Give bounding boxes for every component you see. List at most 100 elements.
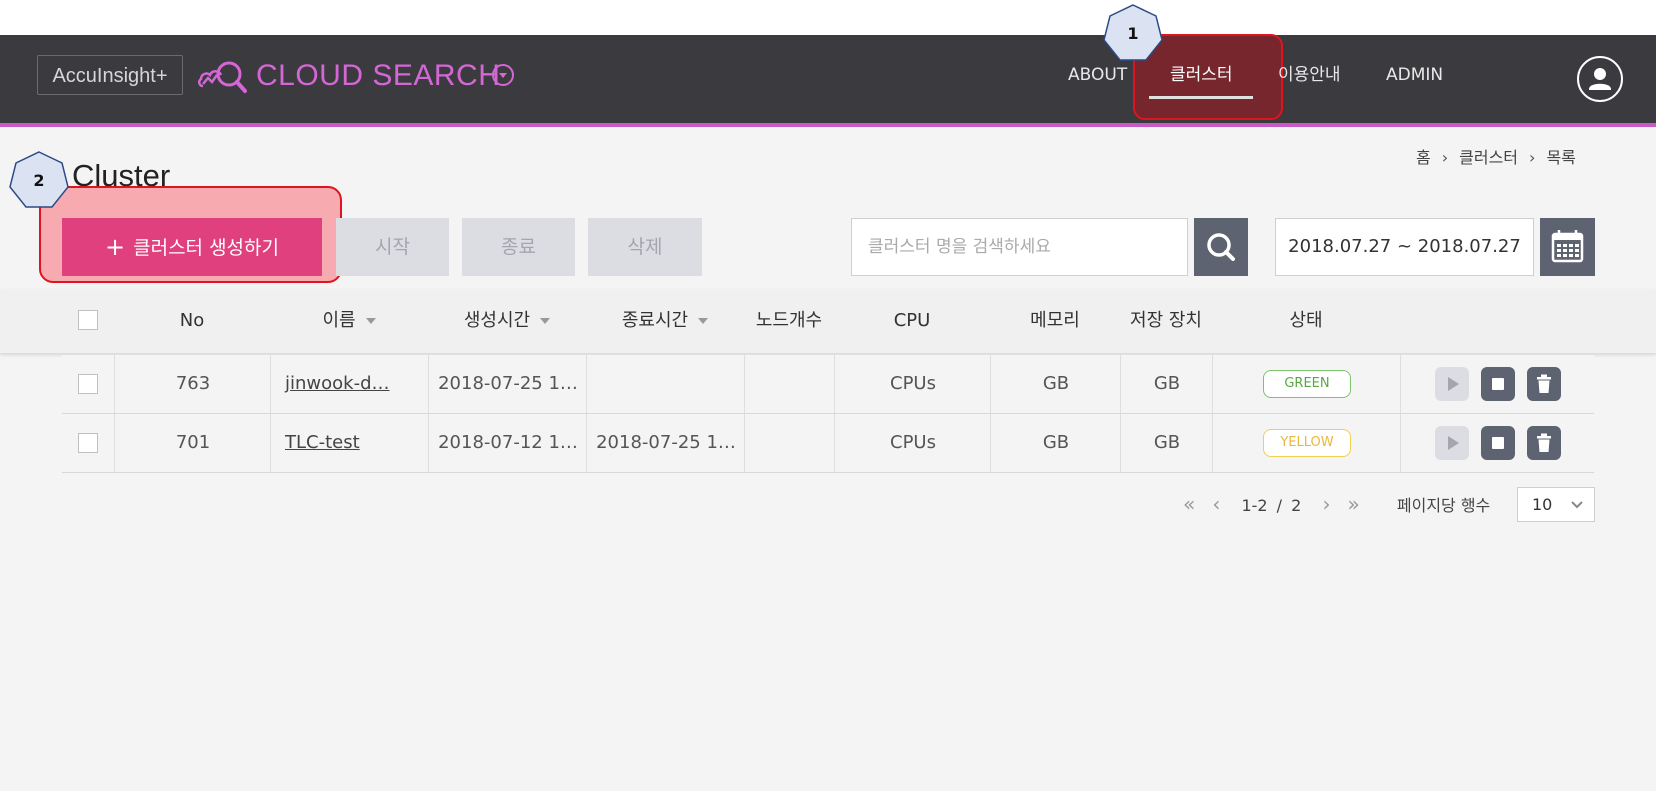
- trash-icon: [1537, 374, 1551, 393]
- cell-nodes: [744, 355, 835, 413]
- row-delete-button[interactable]: [1527, 367, 1561, 401]
- column-header-nodes: 노드개수: [755, 310, 823, 331]
- column-header-created-label: 생성시간: [463, 310, 531, 331]
- cell-storage: GB: [1120, 414, 1213, 472]
- cell-status: GREEN: [1212, 355, 1401, 413]
- row-stop-button[interactable]: [1481, 367, 1515, 401]
- row-stop-button[interactable]: [1481, 426, 1515, 460]
- create-cluster-label: 클러스터 생성하기: [133, 237, 279, 259]
- trash-icon: [1537, 433, 1551, 452]
- stop-icon: [1492, 437, 1504, 449]
- sort-down-icon[interactable]: [540, 318, 551, 324]
- top-strip: [0, 0, 1656, 35]
- cell-actions: [1400, 355, 1595, 413]
- cell-ended: [586, 355, 745, 413]
- date-range-field[interactable]: 2018.07.27 ~ 2018.07.27: [1275, 218, 1534, 276]
- page-separator: /: [1276, 496, 1283, 515]
- cell-memory: GB: [990, 414, 1121, 472]
- calendar-icon: [1551, 230, 1584, 263]
- breadcrumb-cluster[interactable]: 클러스터: [1459, 148, 1518, 167]
- nav-active-underline: [1149, 96, 1253, 99]
- brand-dropdown-icon[interactable]: [492, 64, 514, 86]
- chevron-right-icon: ›: [1441, 148, 1449, 167]
- chevron-down-icon: [1571, 501, 1583, 509]
- pagination: « ‹ 1-2 / 2 › » 페이지당 행수: [1183, 488, 1490, 522]
- row-checkbox-cell: [62, 355, 114, 413]
- calendar-button[interactable]: [1540, 218, 1595, 276]
- sort-down-icon[interactable]: [698, 318, 709, 324]
- breadcrumb-list: 목록: [1546, 148, 1576, 167]
- column-header-storage: 저장 장치: [1130, 310, 1202, 331]
- column-header-memory: 메모리: [1030, 310, 1080, 331]
- sort-down-icon[interactable]: [365, 318, 376, 324]
- row-checkbox-cell: [62, 414, 114, 472]
- stop-button[interactable]: 종료: [462, 218, 575, 276]
- next-page-icon[interactable]: ›: [1322, 492, 1330, 516]
- user-icon: [1589, 68, 1611, 90]
- column-header-status: 상태: [1289, 310, 1323, 331]
- table-row: 701 TLC-test 2018-07-12 1… 2018-07-25 1……: [62, 414, 1594, 473]
- breadcrumb: 홈 › 클러스터 › 목록: [1416, 144, 1576, 168]
- plus-icon: +: [105, 233, 126, 261]
- nav-guide[interactable]: 이용안내: [1278, 60, 1341, 90]
- column-header-ended[interactable]: 종료시간: [586, 289, 744, 353]
- navbar-accent-line: [0, 123, 1656, 127]
- annotation-badge-2: 2: [8, 150, 70, 212]
- page-range: 1-2: [1241, 496, 1268, 515]
- row-checkbox[interactable]: [78, 374, 98, 394]
- rows-per-page-value: 10: [1532, 495, 1553, 514]
- cloud-search-logo-icon: [198, 61, 247, 93]
- cell-status: YELLOW: [1212, 414, 1401, 472]
- first-page-icon[interactable]: «: [1183, 492, 1195, 516]
- cell-no: 701: [114, 414, 271, 472]
- page-total: 2: [1291, 496, 1302, 515]
- cell-created: 2018-07-12 1…: [428, 414, 587, 472]
- column-header-created[interactable]: 생성시간: [428, 289, 586, 353]
- cell-cpu: CPUs: [834, 414, 991, 472]
- delete-button[interactable]: 삭제: [588, 218, 702, 276]
- annotation-badge-label: 2: [33, 171, 45, 190]
- select-all-checkbox[interactable]: [78, 310, 98, 330]
- cell-nodes: [744, 414, 835, 472]
- chevron-right-icon: ›: [1529, 148, 1536, 167]
- status-badge: GREEN: [1263, 370, 1351, 398]
- last-page-icon[interactable]: »: [1348, 492, 1360, 516]
- row-start-button[interactable]: [1435, 367, 1469, 401]
- row-start-button[interactable]: [1435, 426, 1469, 460]
- user-avatar-button[interactable]: [1577, 56, 1623, 102]
- search-icon: [1207, 233, 1235, 261]
- cluster-table-body: 763 jinwook-d… 2018-07-25 1… CPUs GB GB …: [62, 355, 1594, 473]
- play-icon: [1448, 377, 1459, 391]
- table-row: 763 jinwook-d… 2018-07-25 1… CPUs GB GB …: [62, 355, 1594, 414]
- annotation-badge-1: 1: [1102, 3, 1164, 65]
- annotation-badge-label: 1: [1127, 24, 1139, 43]
- brand-name: CLOUD SEARCH: [256, 59, 501, 92]
- prev-page-icon[interactable]: ‹: [1212, 492, 1220, 516]
- rows-per-page-label: 페이지당 행수: [1396, 496, 1491, 515]
- cluster-name-link[interactable]: TLC-test: [270, 414, 428, 472]
- row-delete-button[interactable]: [1527, 426, 1561, 460]
- accuinsight-logo[interactable]: AccuInsight+: [37, 55, 183, 95]
- cell-no: 763: [114, 355, 271, 413]
- column-header-ended-label: 종료시간: [621, 310, 689, 331]
- breadcrumb-home[interactable]: 홈: [1416, 148, 1431, 167]
- cell-ended: 2018-07-25 1…: [586, 414, 745, 472]
- column-header-name-label: 이름: [322, 310, 356, 331]
- play-icon: [1448, 436, 1459, 450]
- create-cluster-button[interactable]: + 클러스터 생성하기: [62, 218, 322, 276]
- search-button[interactable]: [1194, 218, 1248, 276]
- cell-created: 2018-07-25 1…: [428, 355, 587, 413]
- column-header-no: No: [179, 310, 205, 331]
- status-badge: YELLOW: [1263, 429, 1351, 457]
- cluster-search-input[interactable]: [851, 218, 1188, 276]
- column-header-cpu: CPU: [893, 310, 931, 331]
- column-header-name[interactable]: 이름: [270, 289, 428, 353]
- cluster-name-link[interactable]: jinwook-d…: [270, 355, 428, 413]
- cell-cpu: CPUs: [834, 355, 991, 413]
- start-button[interactable]: 시작: [336, 218, 449, 276]
- cell-actions: [1400, 414, 1595, 472]
- rows-per-page-select[interactable]: 10: [1517, 487, 1595, 522]
- nav-admin[interactable]: ADMIN: [1386, 60, 1443, 90]
- row-checkbox[interactable]: [78, 433, 98, 453]
- nav-cluster[interactable]: 클러스터: [1170, 60, 1233, 90]
